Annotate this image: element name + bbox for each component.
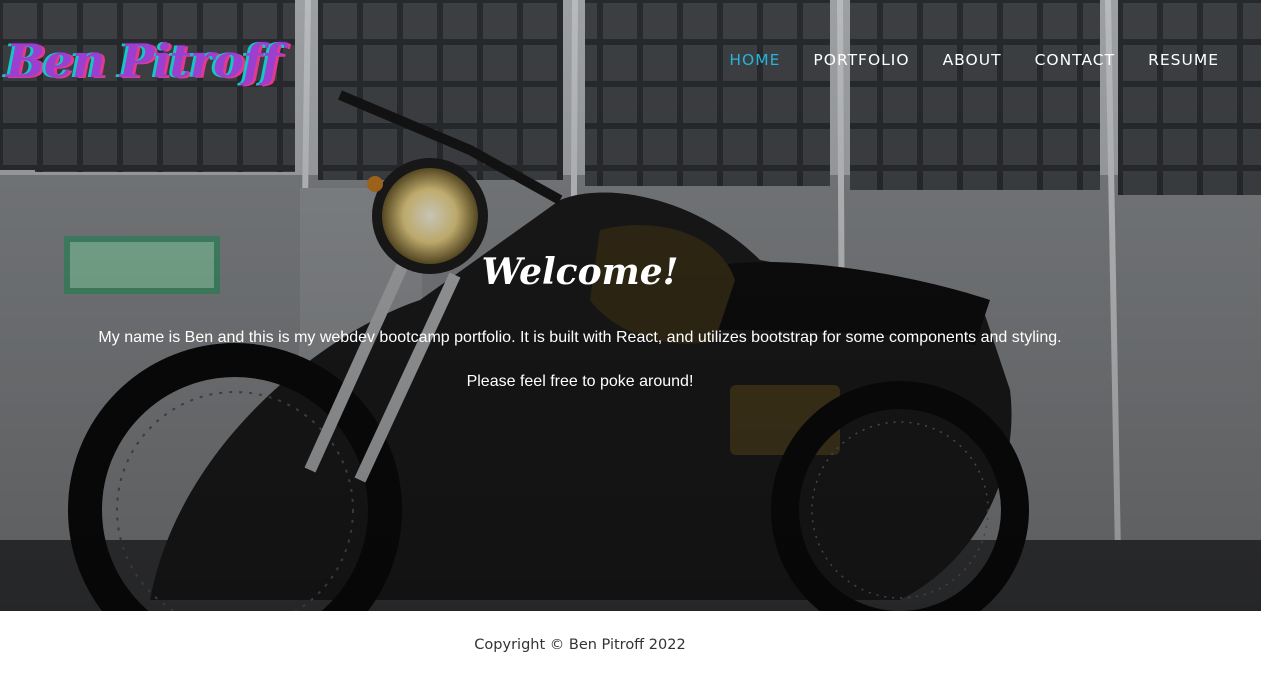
nav-home-link[interactable]: HOME	[729, 51, 780, 69]
nav-resume-link[interactable]: RESUME	[1148, 51, 1219, 69]
hero-section: Ben Pitroff HOME PORTFOLIO ABOUT CONTACT…	[0, 0, 1261, 611]
welcome-heading: Welcome!	[481, 251, 679, 293]
nav-contact-link[interactable]: CONTACT	[1035, 51, 1116, 69]
copyright-text: Copyright © Ben Pitroff 2022	[474, 637, 686, 653]
nav-about-link[interactable]: ABOUT	[943, 51, 1002, 69]
page-footer: Copyright © Ben Pitroff 2022	[0, 611, 1261, 695]
hero-background-image	[0, 0, 1261, 611]
invite-text: Please feel free to poke around!	[466, 373, 694, 390]
main-nav: HOME PORTFOLIO ABOUT CONTACT RESUME	[696, 51, 1219, 69]
nav-portfolio-link[interactable]: PORTFOLIO	[813, 51, 909, 69]
intro-text: My name is Ben and this is my webdev boo…	[98, 329, 1062, 346]
brand-logo[interactable]: Ben Pitroff	[6, 34, 281, 88]
